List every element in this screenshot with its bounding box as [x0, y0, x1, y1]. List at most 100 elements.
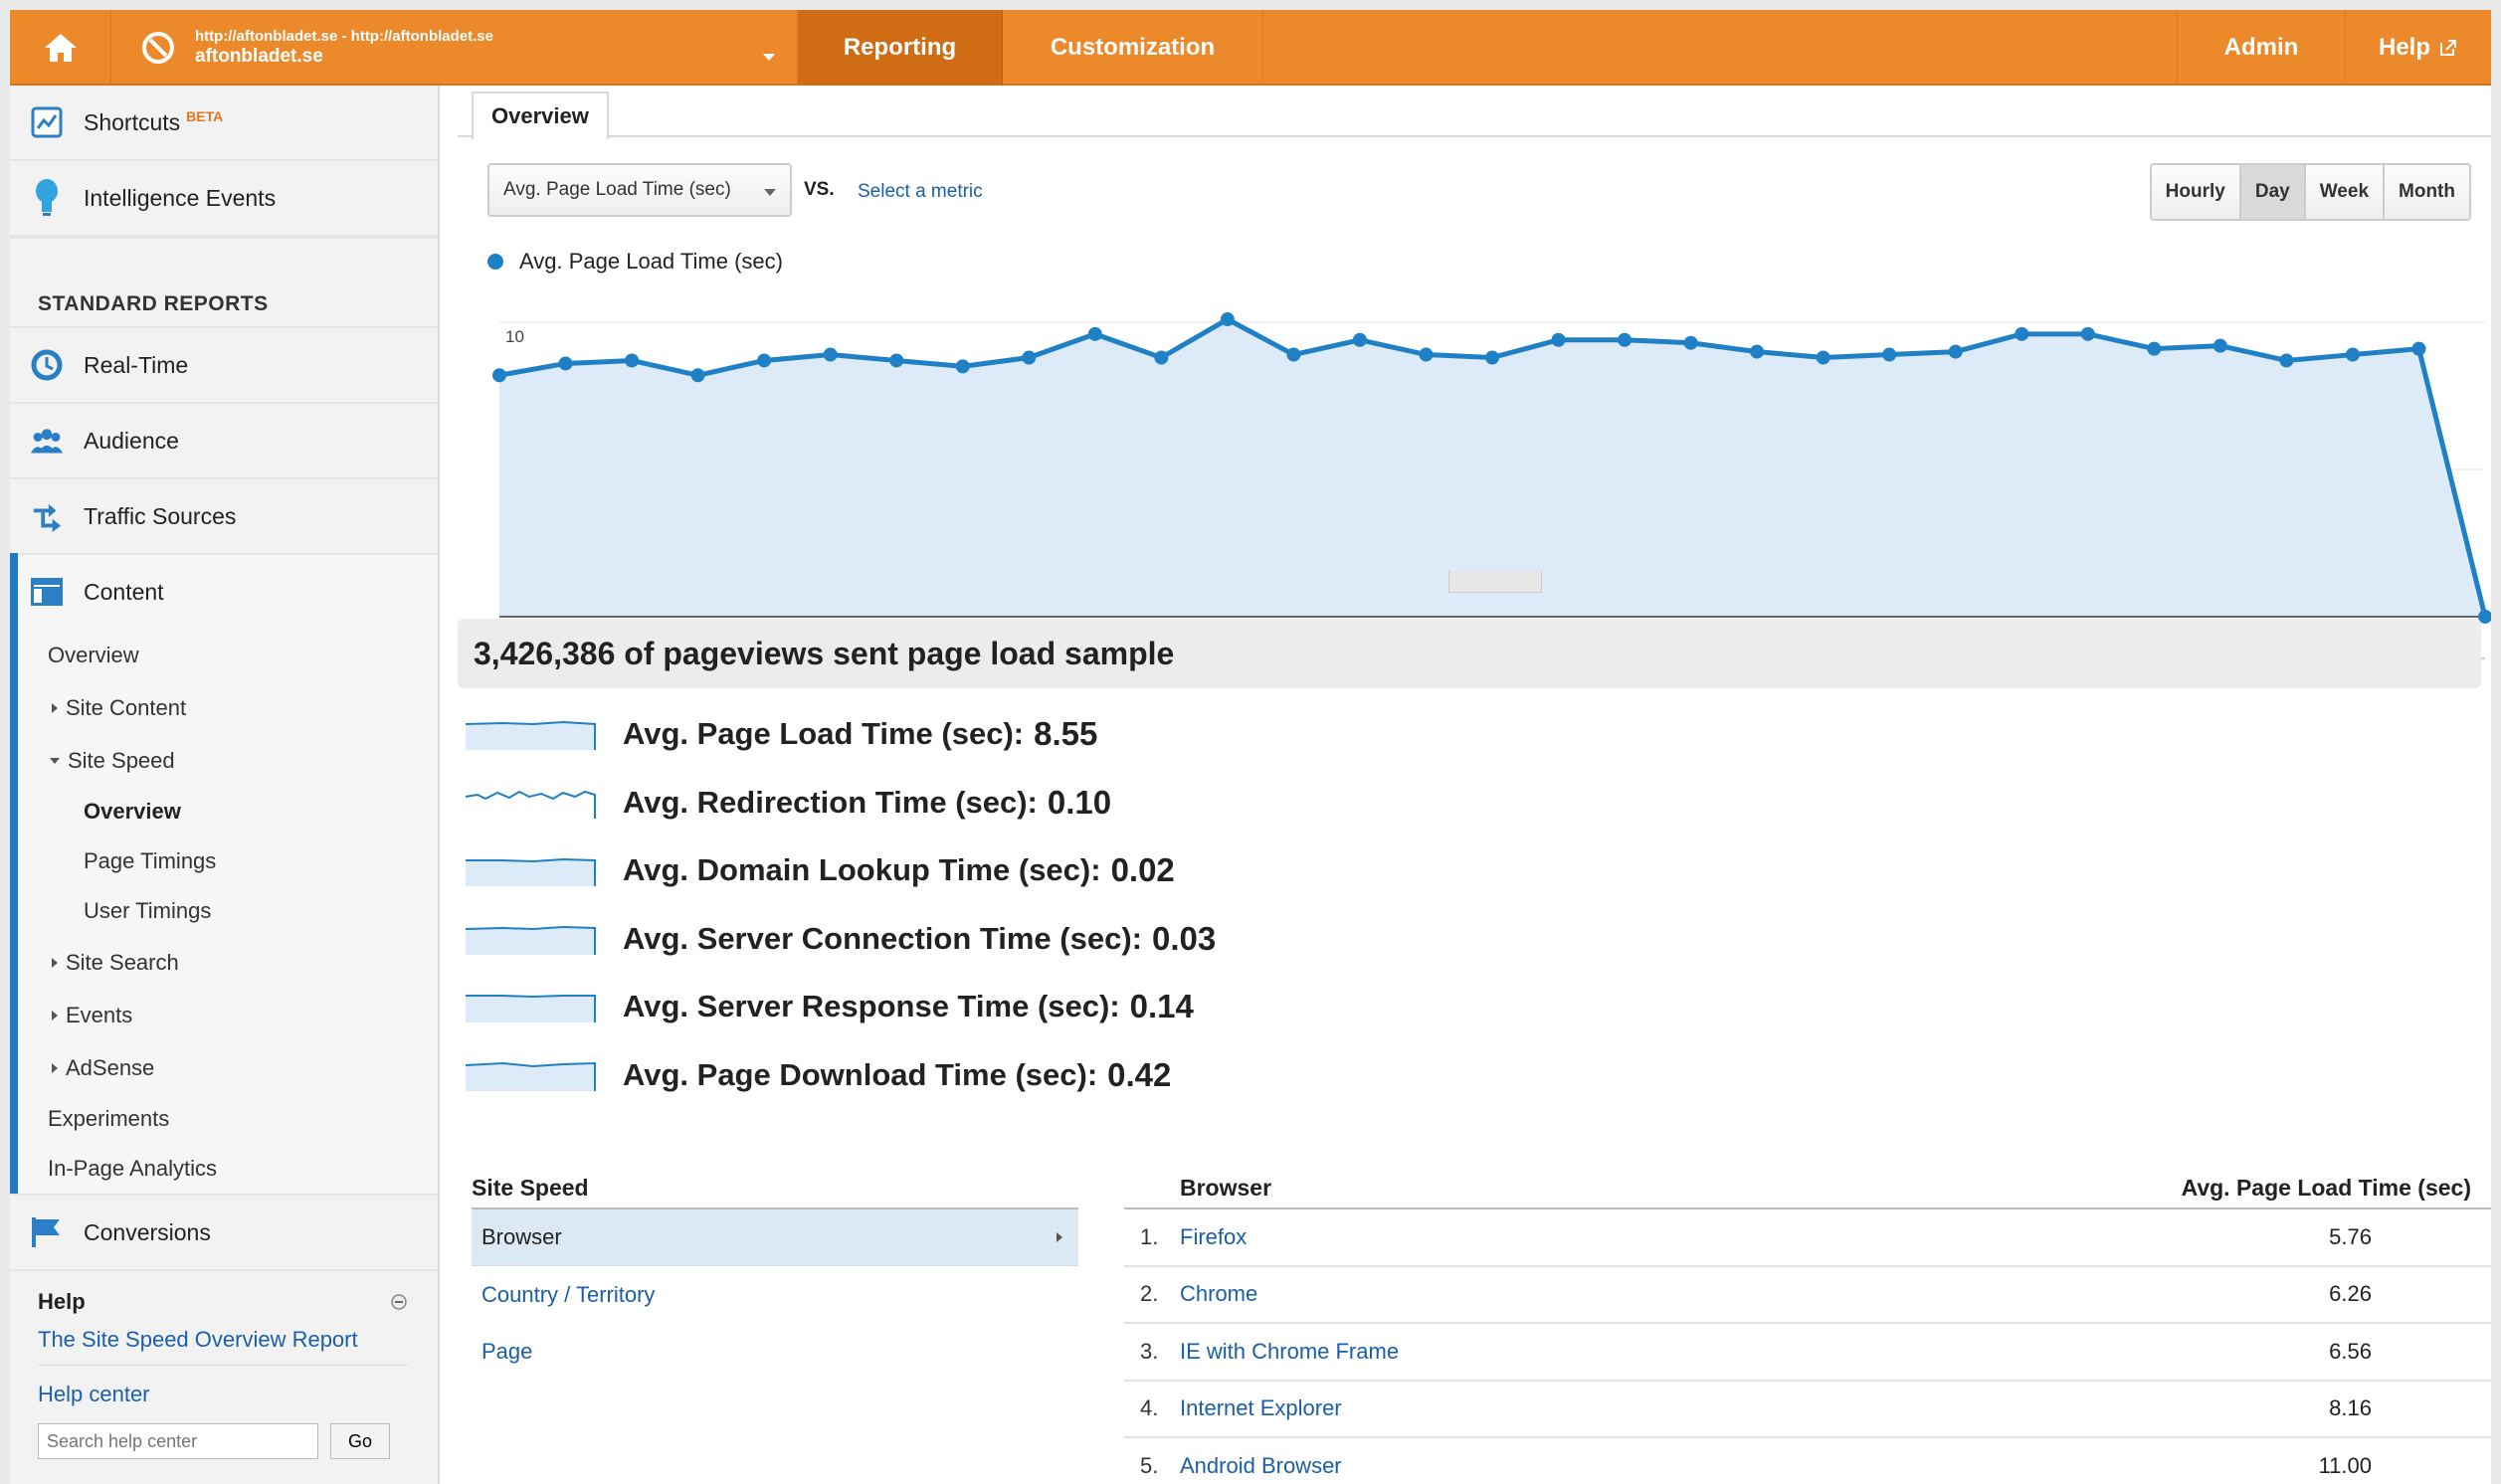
- section-header-standard-reports: STANDARD REPORTS: [10, 237, 438, 326]
- data-point[interactable]: [1087, 326, 1102, 341]
- sidebar-subitem-site-search[interactable]: Site Search: [18, 936, 438, 989]
- account-selector[interactable]: http://aftonbladet.se - http://aftonblad…: [111, 10, 798, 86]
- data-point[interactable]: [1419, 347, 1434, 362]
- sidebar-subitem-site-content[interactable]: Site Content: [18, 681, 438, 734]
- sidebar-item-label: Audience: [84, 427, 179, 454]
- select-metric-link[interactable]: Select a metric: [858, 181, 983, 203]
- metric-row: Avg. Page Download Time (sec): 0.42: [464, 1041, 1856, 1110]
- chevron-down-icon: [764, 189, 776, 196]
- sidebar-item-intelligence-events[interactable]: Intelligence Events: [10, 161, 438, 237]
- main-content: Overview Avg. Page Load Time (sec) VS. S…: [458, 86, 2491, 1484]
- data-point[interactable]: [889, 353, 904, 368]
- data-point[interactable]: [2147, 341, 2162, 356]
- caret-right-icon: [1057, 1232, 1062, 1242]
- sidebar-item-traffic-sources[interactable]: Traffic Sources: [10, 477, 438, 553]
- data-point[interactable]: [492, 368, 506, 383]
- sidebar-item-audience[interactable]: Audience: [10, 402, 438, 477]
- sidebar-item-label: Content: [84, 578, 164, 605]
- nav-help[interactable]: Help: [2346, 10, 2491, 86]
- row-rank: 1.: [1140, 1223, 1159, 1249]
- granularity-hourly[interactable]: Hourly: [2151, 165, 2239, 219]
- sidebar-subitem-experiments[interactable]: Experiments: [18, 1094, 438, 1144]
- sidebar-subitem-adsense[interactable]: AdSense: [18, 1041, 438, 1094]
- browser-link[interactable]: IE with Chrome Frame: [1180, 1339, 2153, 1365]
- granularity-day[interactable]: Day: [2238, 165, 2304, 219]
- metric-value: 0.42: [1107, 1055, 1172, 1093]
- browser-link[interactable]: Firefox: [1180, 1224, 2153, 1250]
- data-point[interactable]: [2080, 326, 2095, 341]
- nav-customization[interactable]: Customization: [1003, 10, 1263, 86]
- data-point[interactable]: [1154, 350, 1169, 365]
- data-point[interactable]: [757, 353, 772, 368]
- metric-label: Avg. Redirection Time (sec):: [623, 784, 1038, 820]
- nav-admin[interactable]: Admin: [2177, 10, 2346, 86]
- data-point[interactable]: [2212, 338, 2227, 353]
- metric-select-value: Avg. Page Load Time (sec): [503, 179, 731, 200]
- data-point[interactable]: [1618, 332, 1633, 347]
- data-point[interactable]: [1948, 344, 1963, 359]
- external-link-icon: [2440, 40, 2456, 56]
- data-point[interactable]: [2411, 341, 2426, 356]
- help-panel: Help The Site Speed Overview Report Help…: [10, 1269, 438, 1459]
- browser-link[interactable]: Chrome: [1180, 1281, 2153, 1307]
- home-button[interactable]: [10, 10, 111, 86]
- data-point[interactable]: [823, 347, 838, 362]
- sidebar-subitem-site-speed[interactable]: Site Speed: [18, 734, 438, 787]
- column-header-browser[interactable]: Browser: [1180, 1175, 2153, 1202]
- site-speed-table: Site Speed Browser Country / Territory P…: [472, 1168, 1078, 1380]
- granularity-month[interactable]: Month: [2383, 165, 2469, 219]
- sidebar-subitem-overview[interactable]: Overview: [18, 629, 438, 681]
- line-chart[interactable]: 510Jan 8Jan 15Jan 22Jan 29: [458, 275, 2491, 672]
- data-point[interactable]: [1286, 347, 1301, 362]
- sidebar-subitem-site-speed-overview[interactable]: Overview: [18, 787, 438, 836]
- data-point[interactable]: [690, 368, 705, 383]
- site-speed-row-country[interactable]: Country / Territory: [472, 1266, 1078, 1323]
- data-point[interactable]: [1882, 347, 1897, 362]
- sidebar-item-shortcuts[interactable]: Shortcuts BETA: [10, 86, 438, 161]
- data-point[interactable]: [558, 356, 573, 371]
- sidebar-subitem-user-timings[interactable]: User Timings: [18, 886, 438, 936]
- sidebar-item-label: Traffic Sources: [84, 502, 237, 529]
- column-header-load-time[interactable]: Avg. Page Load Time (sec): [2153, 1175, 2491, 1202]
- flag-icon: [30, 1215, 64, 1249]
- row-rank: 4.: [1140, 1395, 1159, 1421]
- granularity-week[interactable]: Week: [2303, 165, 2384, 219]
- help-article-link[interactable]: The Site Speed Overview Report: [38, 1319, 408, 1365]
- data-point[interactable]: [1022, 350, 1037, 365]
- chart-collapse-handle[interactable]: [1448, 571, 1542, 593]
- site-speed-row-browser[interactable]: Browser: [472, 1209, 1078, 1266]
- sidebar-subitem-inpage-analytics[interactable]: In-Page Analytics: [18, 1144, 438, 1194]
- metric-select[interactable]: Avg. Page Load Time (sec): [487, 163, 792, 217]
- sidebar-item-realtime[interactable]: Real-Time: [10, 326, 438, 402]
- sidebar-item-conversions[interactable]: Conversions: [10, 1194, 438, 1269]
- sidebar-item-content[interactable]: Content: [18, 553, 438, 629]
- data-point[interactable]: [1816, 350, 1830, 365]
- collapse-icon[interactable]: [390, 1293, 408, 1311]
- vs-label: VS.: [804, 179, 835, 200]
- help-center-link[interactable]: Help center: [38, 1365, 408, 1423]
- help-search-go-button[interactable]: Go: [330, 1423, 390, 1459]
- data-point[interactable]: [1750, 344, 1765, 359]
- sidebar-subitem-events[interactable]: Events: [18, 989, 438, 1041]
- nav-reporting[interactable]: Reporting: [798, 10, 1003, 86]
- metric-value: 8.55: [1034, 715, 1098, 753]
- data-point[interactable]: [1485, 350, 1499, 365]
- sidebar-content-group: Content Overview Site Content Site Speed…: [10, 553, 438, 1194]
- browser-link[interactable]: Android Browser: [1180, 1453, 2153, 1479]
- data-point[interactable]: [2345, 347, 2360, 362]
- sidebar-item-label: Intelligence Events: [84, 184, 277, 211]
- browser-link[interactable]: Internet Explorer: [1180, 1395, 2153, 1421]
- data-point[interactable]: [1683, 335, 1698, 350]
- site-speed-row-page[interactable]: Page: [472, 1323, 1078, 1380]
- sidebar-subitem-page-timings[interactable]: Page Timings: [18, 836, 438, 886]
- data-point[interactable]: [2015, 326, 2029, 341]
- tab-overview[interactable]: Overview: [472, 92, 609, 139]
- data-point[interactable]: [1220, 312, 1235, 327]
- data-point[interactable]: [1551, 332, 1566, 347]
- help-search-input[interactable]: [38, 1423, 318, 1459]
- data-point[interactable]: [625, 353, 640, 368]
- tab-bar: Overview: [458, 86, 2491, 139]
- data-point[interactable]: [955, 359, 970, 374]
- data-point[interactable]: [1352, 332, 1367, 347]
- data-point[interactable]: [2279, 353, 2294, 368]
